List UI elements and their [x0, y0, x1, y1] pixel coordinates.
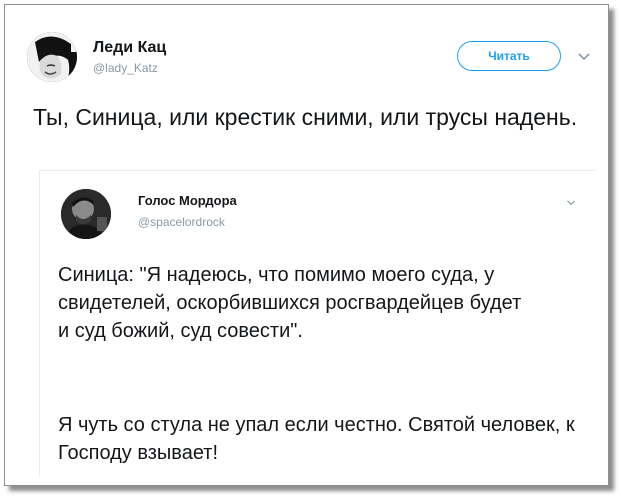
quoted-author-handle[interactable]: @spacelordrock: [138, 215, 225, 229]
tweet-text: Ты, Синица, или крестик сними, или трусы…: [33, 104, 578, 130]
author-handle[interactable]: @lady_Katz: [93, 61, 158, 75]
author-name[interactable]: Леди Кац: [93, 39, 166, 57]
chevron-down-icon[interactable]: [577, 52, 591, 62]
follow-button[interactable]: Читать: [457, 41, 561, 71]
tweet-card: Леди Кац @lady_Katz Читать Ты, Синица, и…: [4, 4, 609, 486]
quoted-author-name[interactable]: Голос Мордора: [138, 193, 237, 208]
quoted-tweet-paragraph: Я чуть со стула не упал если честно. Свя…: [58, 414, 575, 464]
quoted-tweet-paragraph: Синица: "Я надеюсь, что помимо моего суд…: [58, 264, 522, 342]
author-avatar[interactable]: [27, 32, 77, 82]
chevron-down-icon[interactable]: [566, 199, 576, 207]
quoted-author-avatar[interactable]: [61, 189, 111, 239]
